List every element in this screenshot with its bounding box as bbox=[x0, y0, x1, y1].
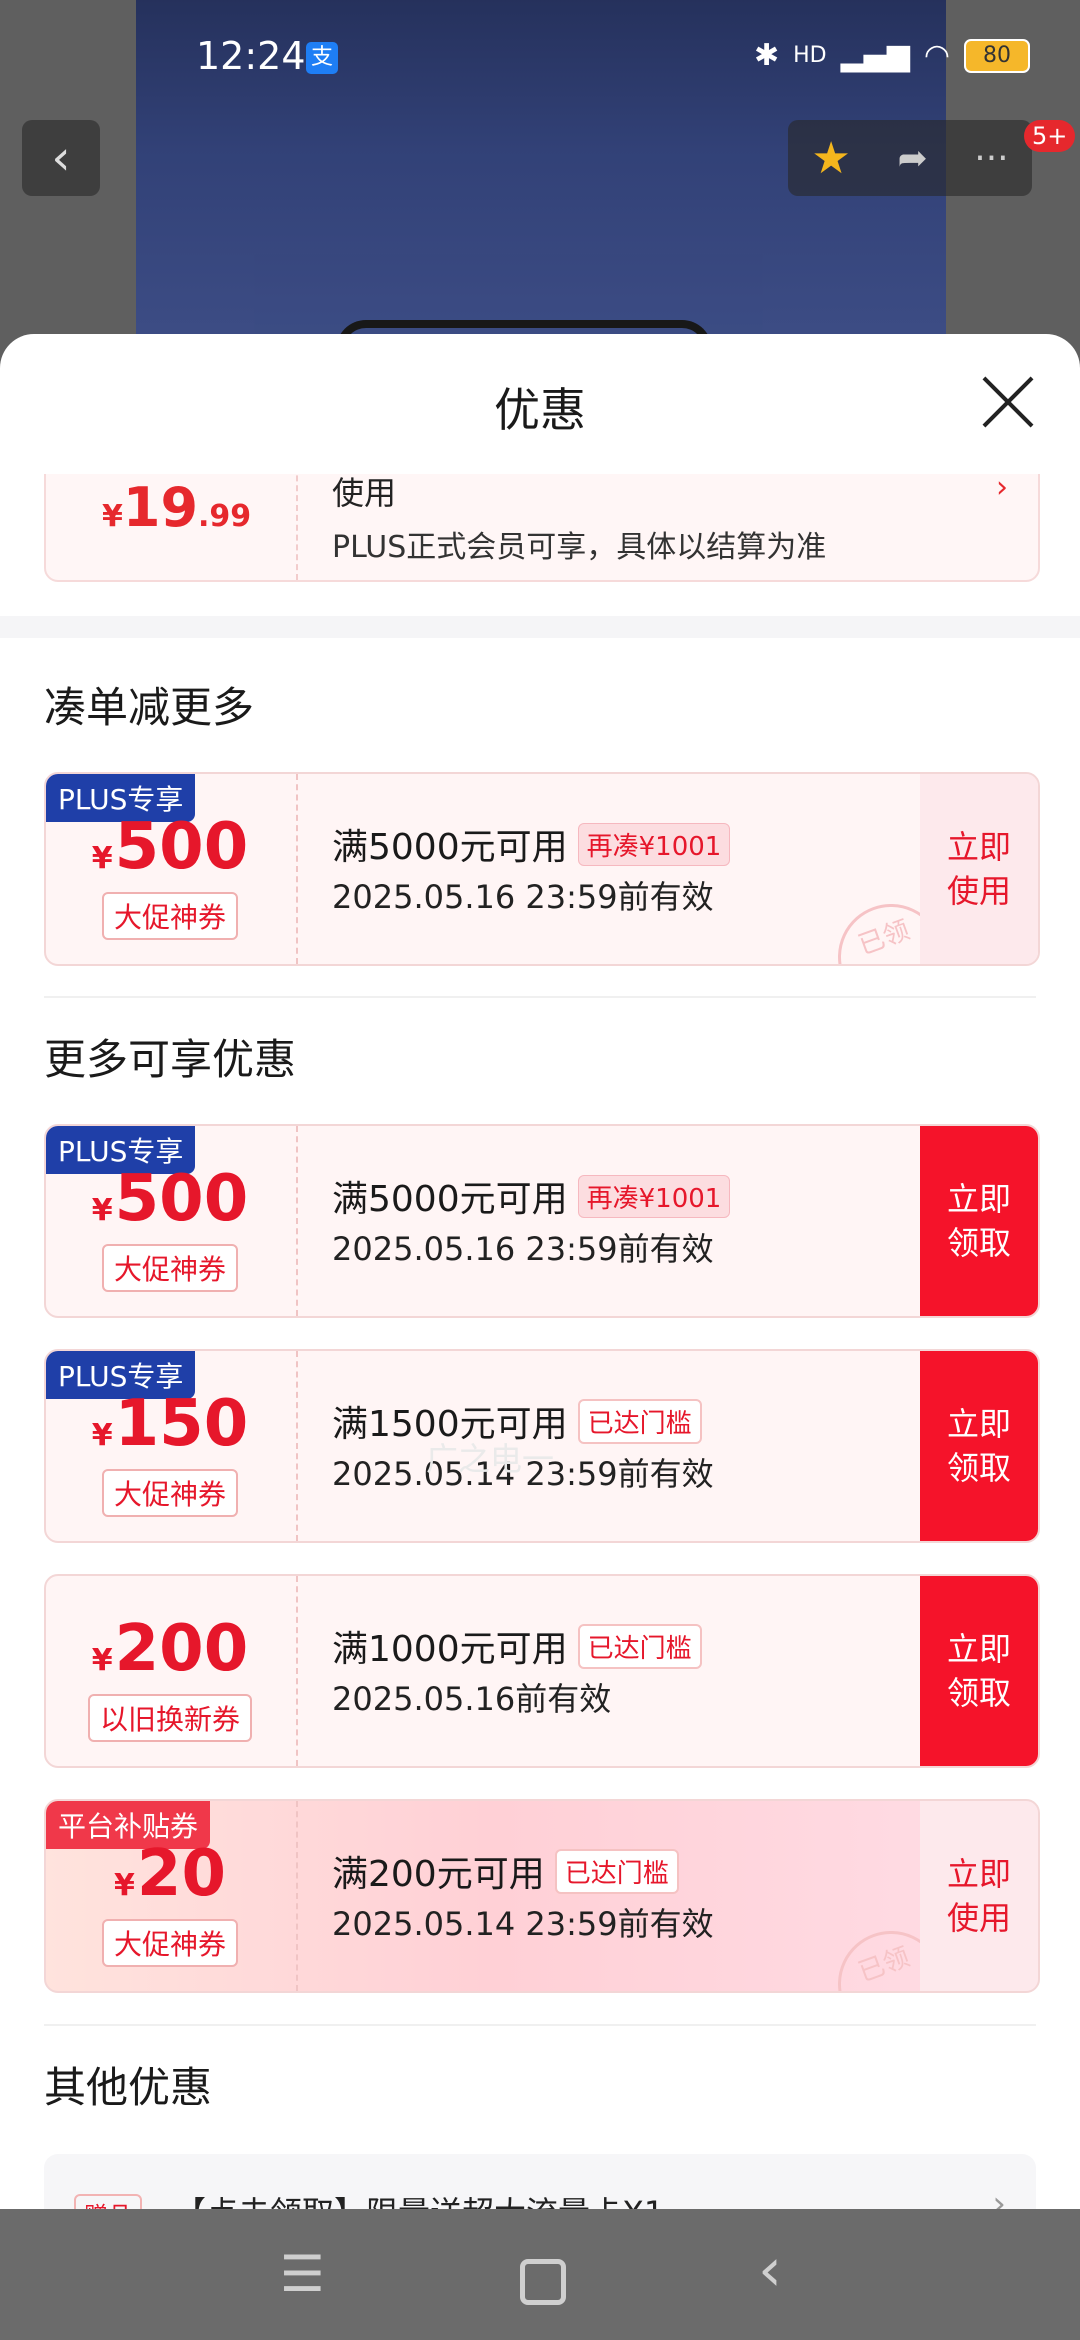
other-offer-row[interactable]: 赠品 【点击领取】限量送超大流量卡X1 › bbox=[44, 2154, 1036, 2209]
coupon-value: ¥20 bbox=[114, 1837, 226, 1911]
alipay-icon: 支 bbox=[306, 42, 338, 74]
claim-now-button[interactable]: 立即领取 bbox=[920, 1351, 1038, 1541]
divider bbox=[44, 996, 1036, 998]
back-button[interactable]: ‹ bbox=[22, 120, 100, 196]
card-line-2: PLUS正式会员可享，具体以结算为准 bbox=[332, 530, 827, 565]
sheet-title: 优惠 bbox=[494, 383, 586, 437]
bluetooth-icon: ✱ bbox=[753, 38, 780, 73]
chevron-right-icon: › bbox=[992, 2184, 1006, 2209]
notification-badge: 5+ bbox=[1024, 120, 1076, 152]
signal-icon: HD bbox=[793, 43, 827, 68]
coupon-validity: 2025.05.16 23:59前有效 bbox=[332, 878, 714, 916]
battery-icon: 80 bbox=[964, 38, 1030, 73]
chevron-right-icon: › bbox=[996, 474, 1008, 505]
coupon-condition: 满5000元可用 bbox=[332, 1179, 568, 1220]
plus-price-card[interactable]: ¥19.99 使用 PLUS正式会员可享，具体以结算为准 › bbox=[44, 474, 1040, 582]
coupon-condition: 满1000元可用 bbox=[332, 1629, 568, 1670]
signal-bars-icon: ▂▄▆ bbox=[840, 38, 910, 73]
coupon-kind: 大促神券 bbox=[101, 1919, 238, 1967]
coupon-chip: 已达门槛 bbox=[554, 1848, 679, 1894]
coupon-condition: 满200元可用 bbox=[332, 1854, 545, 1895]
coupon-kind: 以旧换新券 bbox=[87, 1694, 252, 1742]
discount-list[interactable]: ¥19.99 使用 PLUS正式会员可享，具体以结算为准 › 凑单减更多 PLU… bbox=[0, 474, 1080, 2209]
top-actions: ★ ➦ ··· bbox=[788, 120, 1032, 196]
section-title-combine: 凑单减更多 bbox=[44, 683, 255, 732]
section-divider bbox=[0, 616, 1080, 638]
menu-icon[interactable]: ☰ bbox=[280, 2245, 325, 2303]
coupon-value: ¥150 bbox=[91, 1387, 249, 1461]
coupon-validity: 2025.05.14 23:59前有效 bbox=[332, 1905, 714, 1943]
coupon-validity: 2025.05.16 23:59前有效 bbox=[332, 1230, 714, 1268]
coupon-value: ¥500 bbox=[91, 810, 249, 884]
status-time: 12:24 bbox=[196, 34, 306, 78]
coupon-chip: 再凑¥1001 bbox=[577, 1174, 731, 1218]
share-icon[interactable]: ➦ bbox=[897, 138, 927, 179]
use-now-button[interactable]: 立即使用 bbox=[920, 774, 1038, 964]
close-icon[interactable] bbox=[980, 374, 1036, 430]
coupon-card[interactable]: PLUS专享 ¥500 大促神券 满5000元可用 再凑¥1001 2025.05… bbox=[44, 1124, 1040, 1318]
coupon-card[interactable]: 平台补贴券 ¥20 大促神券 满200元可用 已达门槛 2025.05.14 23… bbox=[44, 1799, 1040, 1993]
claim-now-button[interactable]: 立即领取 bbox=[920, 1126, 1038, 1316]
discount-sheet: 优惠 ¥19.99 使用 PLUS正式会员可享，具体以结算为准 › 凑单减更多 … bbox=[0, 334, 1080, 2209]
coupon-card[interactable]: PLUS专享 ¥500 大促神券 满5000元可用 再凑¥1001 2025.05… bbox=[44, 772, 1040, 966]
star-icon[interactable]: ★ bbox=[811, 133, 850, 184]
divider bbox=[44, 2024, 1036, 2026]
home-icon[interactable] bbox=[520, 2259, 566, 2305]
section-title-other: 其他优惠 bbox=[44, 2063, 213, 2112]
coupon-chip: 已达门槛 bbox=[577, 1398, 702, 1444]
gift-tag: 赠品 bbox=[74, 2194, 142, 2209]
coupon-kind: 大促神券 bbox=[101, 892, 238, 940]
plus-price: ¥19.99 bbox=[102, 476, 252, 539]
coupon-chip: 已达门槛 bbox=[577, 1623, 702, 1669]
coupon-kind: 大促神券 bbox=[101, 1244, 238, 1292]
wifi-icon: ◠ bbox=[923, 38, 950, 73]
coupon-chip: 再凑¥1001 bbox=[577, 822, 731, 866]
use-now-button[interactable]: 立即使用 bbox=[920, 1801, 1038, 1991]
coupon-value: ¥200 bbox=[91, 1612, 249, 1686]
card-line-1: 使用 bbox=[332, 474, 397, 512]
coupon-kind: 大促神券 bbox=[101, 1469, 238, 1517]
section-title-more: 更多可享优惠 bbox=[44, 1035, 297, 1084]
coupon-condition: 满5000元可用 bbox=[332, 827, 568, 868]
chevron-left-icon: ‹ bbox=[51, 130, 71, 186]
coupon-validity: 2025.05.16前有效 bbox=[332, 1680, 612, 1718]
watermark: 广之电一 bbox=[426, 1440, 555, 1478]
back-icon[interactable]: ‹ bbox=[758, 2235, 782, 2305]
claim-now-button[interactable]: 立即领取 bbox=[920, 1576, 1038, 1766]
status-bar: 12:24 支 ✱ HD ▂▄▆ ◠ 80 bbox=[0, 0, 1080, 110]
coupon-card[interactable]: ¥200 以旧换新券 满1000元可用 已达门槛 2025.05.16前有效 立即… bbox=[44, 1574, 1040, 1768]
other-offer-text: 【点击领取】限量送超大流量卡X1 bbox=[174, 2188, 664, 2209]
system-nav-bar: ☰ ‹ bbox=[0, 2209, 1080, 2340]
more-icon[interactable]: ··· bbox=[974, 138, 1008, 179]
coupon-value: ¥500 bbox=[91, 1162, 249, 1236]
